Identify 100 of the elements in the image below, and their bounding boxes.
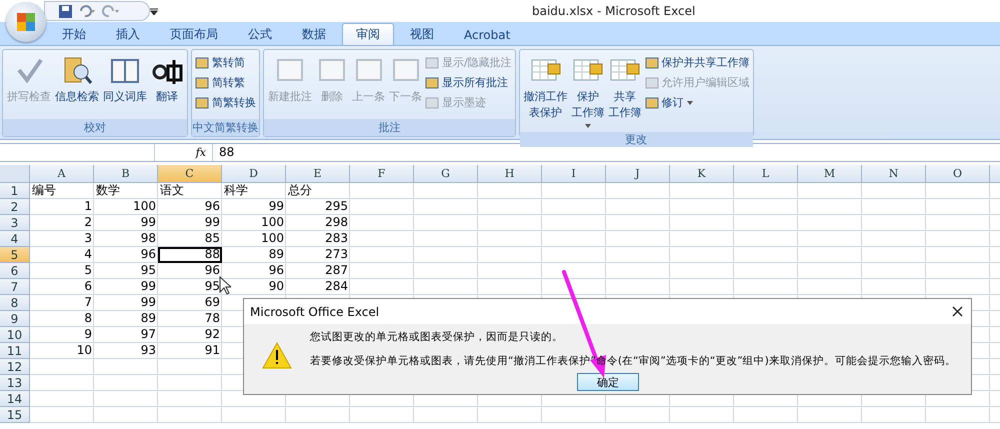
ok-button[interactable]: 确定 [577,373,639,391]
row-header[interactable]: 5 [0,247,30,263]
row-header[interactable]: 3 [0,215,30,231]
cell-value: 10 [76,343,92,357]
row-header[interactable]: 7 [0,279,30,295]
group-label: 中文简繁转换 [192,119,259,136]
cell-value: 100 [261,231,284,245]
column-header[interactable]: N [862,165,926,183]
cell-value: 语文 [160,183,184,197]
column-header[interactable]: O [926,165,990,183]
cell-value: 99 [268,199,284,213]
column-header[interactable]: G [414,165,478,183]
window-title: baidu.xlsx - Microsoft Excel [532,4,696,18]
cell-value: 92 [204,327,220,341]
column-header[interactable]: D [222,165,286,183]
group-label: 更改 [520,132,753,147]
column-header[interactable]: K [670,165,734,183]
ribbon-tab[interactable]: 开始 [48,23,100,45]
ribbon-tab[interactable]: 插入 [102,23,154,45]
cell-value: 90 [268,279,284,293]
row-header[interactable]: 2 [0,199,30,215]
cell-value: 89 [268,247,284,261]
dialog-message: 您试图更改的单元格或图表受保护，因而是只读的。 [310,330,564,344]
cell-value: 96 [204,263,220,277]
cell-value: 85 [204,231,220,245]
group-label: 校对 [3,119,187,136]
ribbon-button[interactable]: 简繁转换 [195,94,256,111]
cell-value: 95 [140,263,156,277]
row-header[interactable]: 10 [0,327,30,343]
ribbon-button[interactable]: 共享 工作簿 [608,52,643,130]
column-header[interactable]: I [542,165,606,183]
ribbon-button[interactable]: 信息检索 [54,52,100,117]
cell-value: 69 [204,295,220,309]
row-header[interactable]: 9 [0,311,30,327]
cell-value: 100 [133,199,156,213]
cell-value: 98 [140,231,156,245]
row-header[interactable]: 1 [0,183,30,199]
column-header[interactable]: F [350,165,414,183]
cell-value: 1 [84,199,92,213]
ribbon-button[interactable]: 同义词库 [102,52,148,117]
ribbon-button[interactable]: 保护 工作簿 [570,52,606,130]
cell-value: 284 [325,279,348,293]
cell-value: 数学 [96,183,120,197]
function-button[interactable]: fx [196,146,206,159]
cell-value: 4 [84,247,92,261]
cell-value: 96 [268,263,284,277]
row-header[interactable]: 14 [0,391,30,407]
row-header[interactable]: 13 [0,375,30,391]
ribbon-button[interactable]: 显示所有批注 [425,74,512,91]
cell-value: 8 [84,311,92,325]
column-header[interactable]: H [478,165,542,183]
cell-value: 295 [325,199,348,213]
cell-value: 99 [140,295,156,309]
row-header[interactable]: 6 [0,263,30,279]
ribbon-button[interactable]: 繁转简 [195,54,256,71]
ribbon-tab[interactable]: 公式 [234,23,286,45]
cell-value: 95 [204,279,220,293]
column-header[interactable]: B [94,165,158,183]
ribbon-button[interactable]: 保护并共享工作簿 [644,54,750,71]
group-label: 批注 [264,119,515,136]
cell-value: 总分 [288,183,312,197]
ribbon-button[interactable]: 修订 [644,94,750,111]
ribbon-tab[interactable]: 数据 [288,23,340,45]
column-header[interactable]: C [158,165,222,183]
cell-value: 2 [84,215,92,229]
column-header[interactable]: A [30,165,94,183]
cell-value: 科学 [224,183,248,197]
cell-value: 3 [84,231,92,245]
formula-field[interactable]: 88 [213,144,234,161]
row-header[interactable]: 15 [0,407,30,423]
cell-value: 287 [325,263,348,277]
column-header[interactable]: L [734,165,798,183]
cell-value: 96 [140,247,156,261]
row-header[interactable]: 11 [0,343,30,359]
cell-value: 78 [204,311,220,325]
cell-value: 283 [325,231,348,245]
cell-value: 7 [84,295,92,309]
cell-value: 96 [204,199,220,213]
cell-value: 9 [84,327,92,341]
row-header[interactable]: 8 [0,295,30,311]
ribbon-tab[interactable]: 页面布局 [156,23,232,45]
cell-value: 99 [140,215,156,229]
cell-value: 93 [140,343,156,357]
ribbon-button[interactable]: 翻译 [150,52,184,117]
column-header[interactable]: J [606,165,670,183]
column-header[interactable]: E [286,165,350,183]
ribbon-tab[interactable]: 视图 [396,23,448,45]
ribbon-tab[interactable]: Acrobat [450,23,524,45]
cell-value: 99 [140,279,156,293]
cell-value: 5 [84,263,92,277]
ribbon-button[interactable]: 简转繁 [195,74,256,91]
dialog-title: Microsoft Office Excel [250,304,380,318]
cell-value: 91 [204,343,220,357]
cell-value: 编号 [32,183,56,197]
ribbon-tab[interactable]: 审阅 [342,23,394,45]
ribbon-button[interactable]: 撤消工作 表保护 [522,52,569,130]
row-header[interactable]: 4 [0,231,30,247]
cell-value: 273 [325,247,348,261]
row-header[interactable]: 12 [0,359,30,375]
column-header[interactable]: M [798,165,862,183]
